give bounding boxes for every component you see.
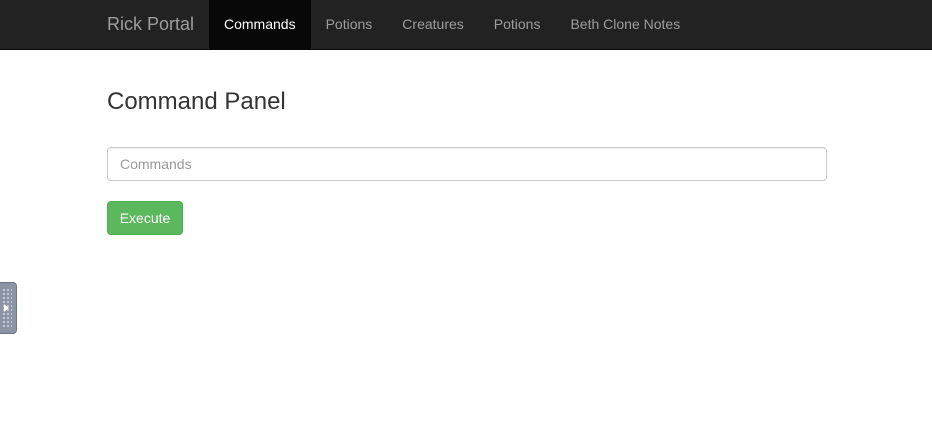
- nav-item-beth-clone-notes[interactable]: Beth Clone Notes: [555, 0, 695, 50]
- page-title: Command Panel: [107, 88, 286, 115]
- top-navbar: Rick Portal Commands Potions Creatures P…: [0, 0, 932, 50]
- expand-arrow-icon: [4, 304, 9, 312]
- nav-menu: Commands Potions Creatures Potions Beth …: [209, 0, 695, 50]
- side-panel-toggle[interactable]: [0, 282, 17, 334]
- nav-item-potions[interactable]: Potions: [311, 0, 388, 50]
- execute-button[interactable]: Execute: [107, 201, 183, 235]
- nav-item-commands[interactable]: Commands: [209, 0, 311, 50]
- brand-link[interactable]: Rick Portal: [107, 0, 194, 50]
- nav-item-creatures[interactable]: Creatures: [387, 0, 478, 50]
- nav-item-potions-2[interactable]: Potions: [479, 0, 556, 50]
- commands-input[interactable]: [107, 147, 827, 181]
